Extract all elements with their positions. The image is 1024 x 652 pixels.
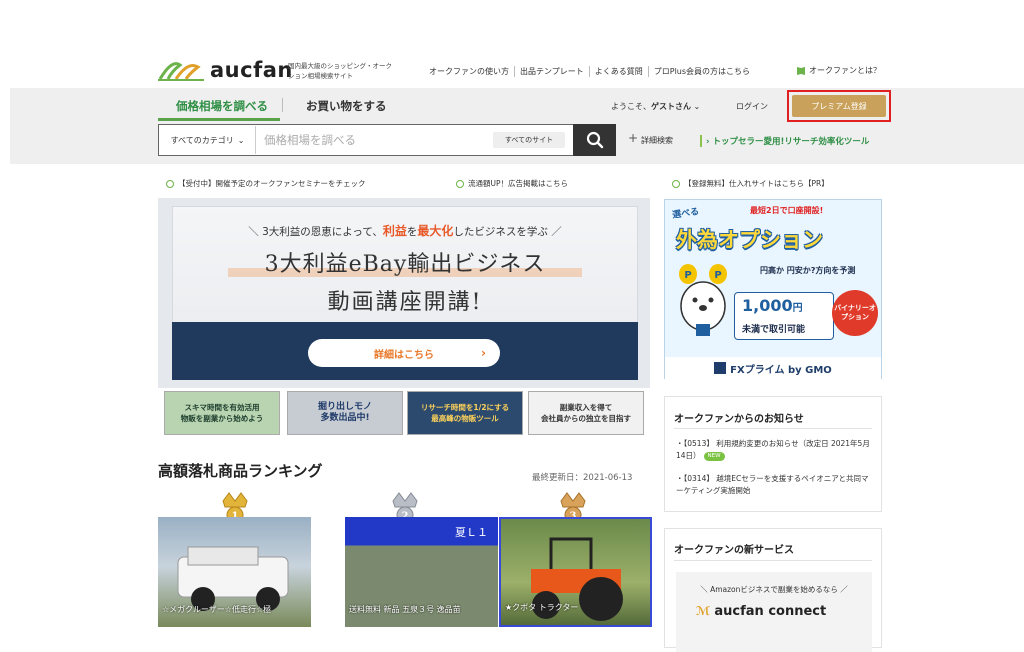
chevron-right-icon: › xyxy=(481,346,486,360)
hero-details-label: 詳細はこちら xyxy=(374,349,434,361)
small-banner-pro-tool[interactable]: リサーチ時間を1/2にする 最高峰の物販ツール xyxy=(407,391,523,435)
service-card-text: ＼ Amazonビジネスで副業を始めるなら ／ xyxy=(700,585,848,594)
hero-details-button[interactable]: 詳細はこちら › xyxy=(308,339,500,367)
news-heading: オークファンからのお知らせ xyxy=(674,414,804,425)
fx-price-note: 未満で取引可能 xyxy=(742,325,806,335)
guest-name: ゲストさん xyxy=(651,102,691,111)
search-icon xyxy=(586,131,603,149)
hero-title: 3大利益eBay輸出ビジネス xyxy=(264,252,546,277)
category-select[interactable]: すべてのカテゴリ ⌄ xyxy=(160,126,256,154)
fx-price: 1,000円 xyxy=(742,296,803,315)
circle-icon xyxy=(166,179,174,188)
tab-shopping[interactable]: お買い物をする xyxy=(306,98,387,114)
category-select-label: すべてのカテゴリ xyxy=(170,135,234,145)
new-badge: NEW xyxy=(703,451,725,461)
news-item[interactable]: ・【0314】 越境ECセラーを支援するペイオニアと共同マーケティング実施開始 xyxy=(676,473,874,497)
news-divider xyxy=(674,428,872,429)
ranking-caption: 送料無料 新品 五泉３号 逸品苗 xyxy=(349,605,461,614)
notice-ads[interactable]: 流通額UP！広告掲載はこちら xyxy=(456,178,568,189)
fx-top-text: 最短2日で口座開設! xyxy=(750,206,824,215)
chevron-down-icon: ⌄ xyxy=(693,102,701,111)
fx-price-value: 1,000 xyxy=(742,296,793,315)
fx-title: 外為オプション xyxy=(676,228,823,252)
aucfan-logo[interactable]: aucfan xyxy=(210,58,293,82)
fx-price-unit: 円 xyxy=(792,303,803,314)
aucfan-connect-label: aucfan connect xyxy=(714,604,827,619)
top-links: オークファンの使い方 出品テンプレート よくある質問 プロPlus会員の方はこち… xyxy=(424,66,755,77)
top-link-proplus[interactable]: プロPlus会員の方はこちら xyxy=(649,66,755,77)
tab-divider xyxy=(282,98,283,112)
notice-suppliers[interactable]: 【登録無料】仕入れサイトはこちら【PR】 xyxy=(672,178,829,189)
ranking-image-label: 夏Ｌ１ xyxy=(455,526,488,539)
ranking-item-2[interactable]: 夏Ｌ１ 送料無料 新品 五泉３号 逸品苗 xyxy=(345,517,498,627)
tab-price-research[interactable]: 価格相場を調べる xyxy=(176,98,268,114)
fx-binary-badge: バイナリーオプション xyxy=(832,290,878,336)
search-input[interactable] xyxy=(262,128,482,152)
hero-sub-post: したビジネスを学ぶ ／ xyxy=(453,226,562,238)
top-link-template[interactable]: 出品テンプレート xyxy=(515,66,590,77)
small-banner-line1: リサーチ時間を1/2にする xyxy=(420,403,510,412)
ranking-heading: 高額落札商品ランキング xyxy=(158,462,323,480)
advanced-search-link[interactable]: 詳細検索 xyxy=(641,135,673,146)
circle-icon xyxy=(672,179,680,188)
welcome-prefix: ようこそ、 xyxy=(611,102,651,111)
hero-subtitle: ＼ 3大利益の恩恵によって、利益を最大化したビジネスを学ぶ ／ xyxy=(172,222,638,239)
small-banner-side-job[interactable]: スキマ時間を有効活用 物販を副業から始めよう xyxy=(164,391,280,435)
plus-icon: + xyxy=(628,131,639,145)
site-select[interactable]: すべてのサイト xyxy=(493,132,565,148)
topseller-tool-link[interactable]: › トップセラー愛用!リサーチ効率化ツール xyxy=(700,135,869,147)
chevron-down-icon: ⌄ xyxy=(237,135,245,145)
premium-register-button[interactable]: プレミアム登録 xyxy=(792,95,886,117)
svg-text:P: P xyxy=(714,270,721,281)
aucfan-connect-logo: ℳ aucfan connect xyxy=(696,604,826,619)
fx-brand-logo-icon xyxy=(714,362,727,374)
small-banner-line2: 多数出品中! xyxy=(320,413,370,423)
small-banner-independence[interactable]: 副業収入を得て 会社員からの独立を目指す xyxy=(528,391,644,435)
about-link[interactable]: オークファンとは？ xyxy=(796,65,881,76)
book-icon xyxy=(797,66,805,75)
small-banner-line1: 掘り出しモノ xyxy=(317,402,372,412)
hero-title-second: 動画講座開講! xyxy=(327,290,483,315)
fx-brand-label: FXプライム by GMO xyxy=(730,364,832,376)
services-divider xyxy=(674,560,872,561)
ranking-item-3[interactable]: ★クボタ トラクター xyxy=(499,517,652,627)
ranking-item-1[interactable]: ☆メガクルーザー☆低走行☆極 xyxy=(158,517,311,627)
news-item[interactable]: ・【0513】 利用規約変更のお知らせ（改定日 2021年5月14日） NEW xyxy=(676,438,874,462)
ranking-caption: ★クボタ トラクター xyxy=(505,603,579,612)
notice-suppliers-label: 【登録無料】仕入れサイトはこちら【PR】 xyxy=(684,179,829,188)
login-link[interactable]: ログイン xyxy=(736,101,768,112)
small-banner-line1: 副業収入を得て xyxy=(559,403,613,412)
mascot-icon: P P xyxy=(679,264,727,336)
hero-sub-em2: 最大化 xyxy=(417,224,454,238)
notice-ads-label: 流通額UP！広告掲載はこちら xyxy=(468,179,569,188)
small-banner-line2: 物販を副業から始めよう xyxy=(180,414,264,423)
ranking-updated: 最終更新日：2021-06-13 xyxy=(532,473,633,483)
svg-text:P: P xyxy=(684,270,691,281)
fx-brand: FXプライム by GMO xyxy=(665,357,881,379)
top-link-howto[interactable]: オークファンの使い方 xyxy=(424,66,515,77)
aucfan-logo-mark-icon[interactable] xyxy=(158,57,206,83)
welcome-text[interactable]: ようこそ、ゲストさん ⌄ xyxy=(611,101,700,112)
small-banner-line1: スキマ時間を有効活用 xyxy=(184,403,260,412)
hero-sub-em1: 利益 xyxy=(382,224,407,238)
small-banner-line2: 最高峰の物販ツール xyxy=(431,414,499,423)
notice-seminar[interactable]: 【受付中】開催予定のオークファンセミナーをチェック xyxy=(166,178,366,189)
news-item-text: 【0314】 越境ECセラーを支援するペイオニアと共同マーケティング実施開始 xyxy=(676,474,869,495)
hero-sub-mid: を xyxy=(406,226,418,238)
about-link-label: オークファンとは？ xyxy=(809,66,881,75)
logo-tagline: 国内最大級のショッピング・オークション相場検索サイト xyxy=(288,62,392,80)
hero-sub-pre: ＼ 3大利益の恩恵によって、 xyxy=(248,226,383,238)
search-button[interactable] xyxy=(573,124,616,156)
active-tab-indicator xyxy=(158,118,280,121)
small-banner-line2: 会社員からの独立を目指す xyxy=(541,414,631,423)
circle-icon xyxy=(456,179,464,188)
topseller-label: トップセラー愛用!リサーチ効率化ツール xyxy=(712,137,870,147)
services-heading: オークファンの新サービス xyxy=(674,545,794,556)
small-banner-bargains[interactable]: 掘り出しモノ 多数出品中! xyxy=(287,391,403,435)
fx-question: 円高か 円安か?方向を予測 xyxy=(760,266,856,275)
ranking-caption: ☆メガクルーザー☆低走行☆極 xyxy=(162,605,272,614)
notice-seminar-label: 【受付中】開催予定のオークファンセミナーをチェック xyxy=(178,179,366,188)
top-link-faq[interactable]: よくある質問 xyxy=(590,66,649,77)
aucfan-logo-mark-icon: ℳ xyxy=(696,604,715,618)
